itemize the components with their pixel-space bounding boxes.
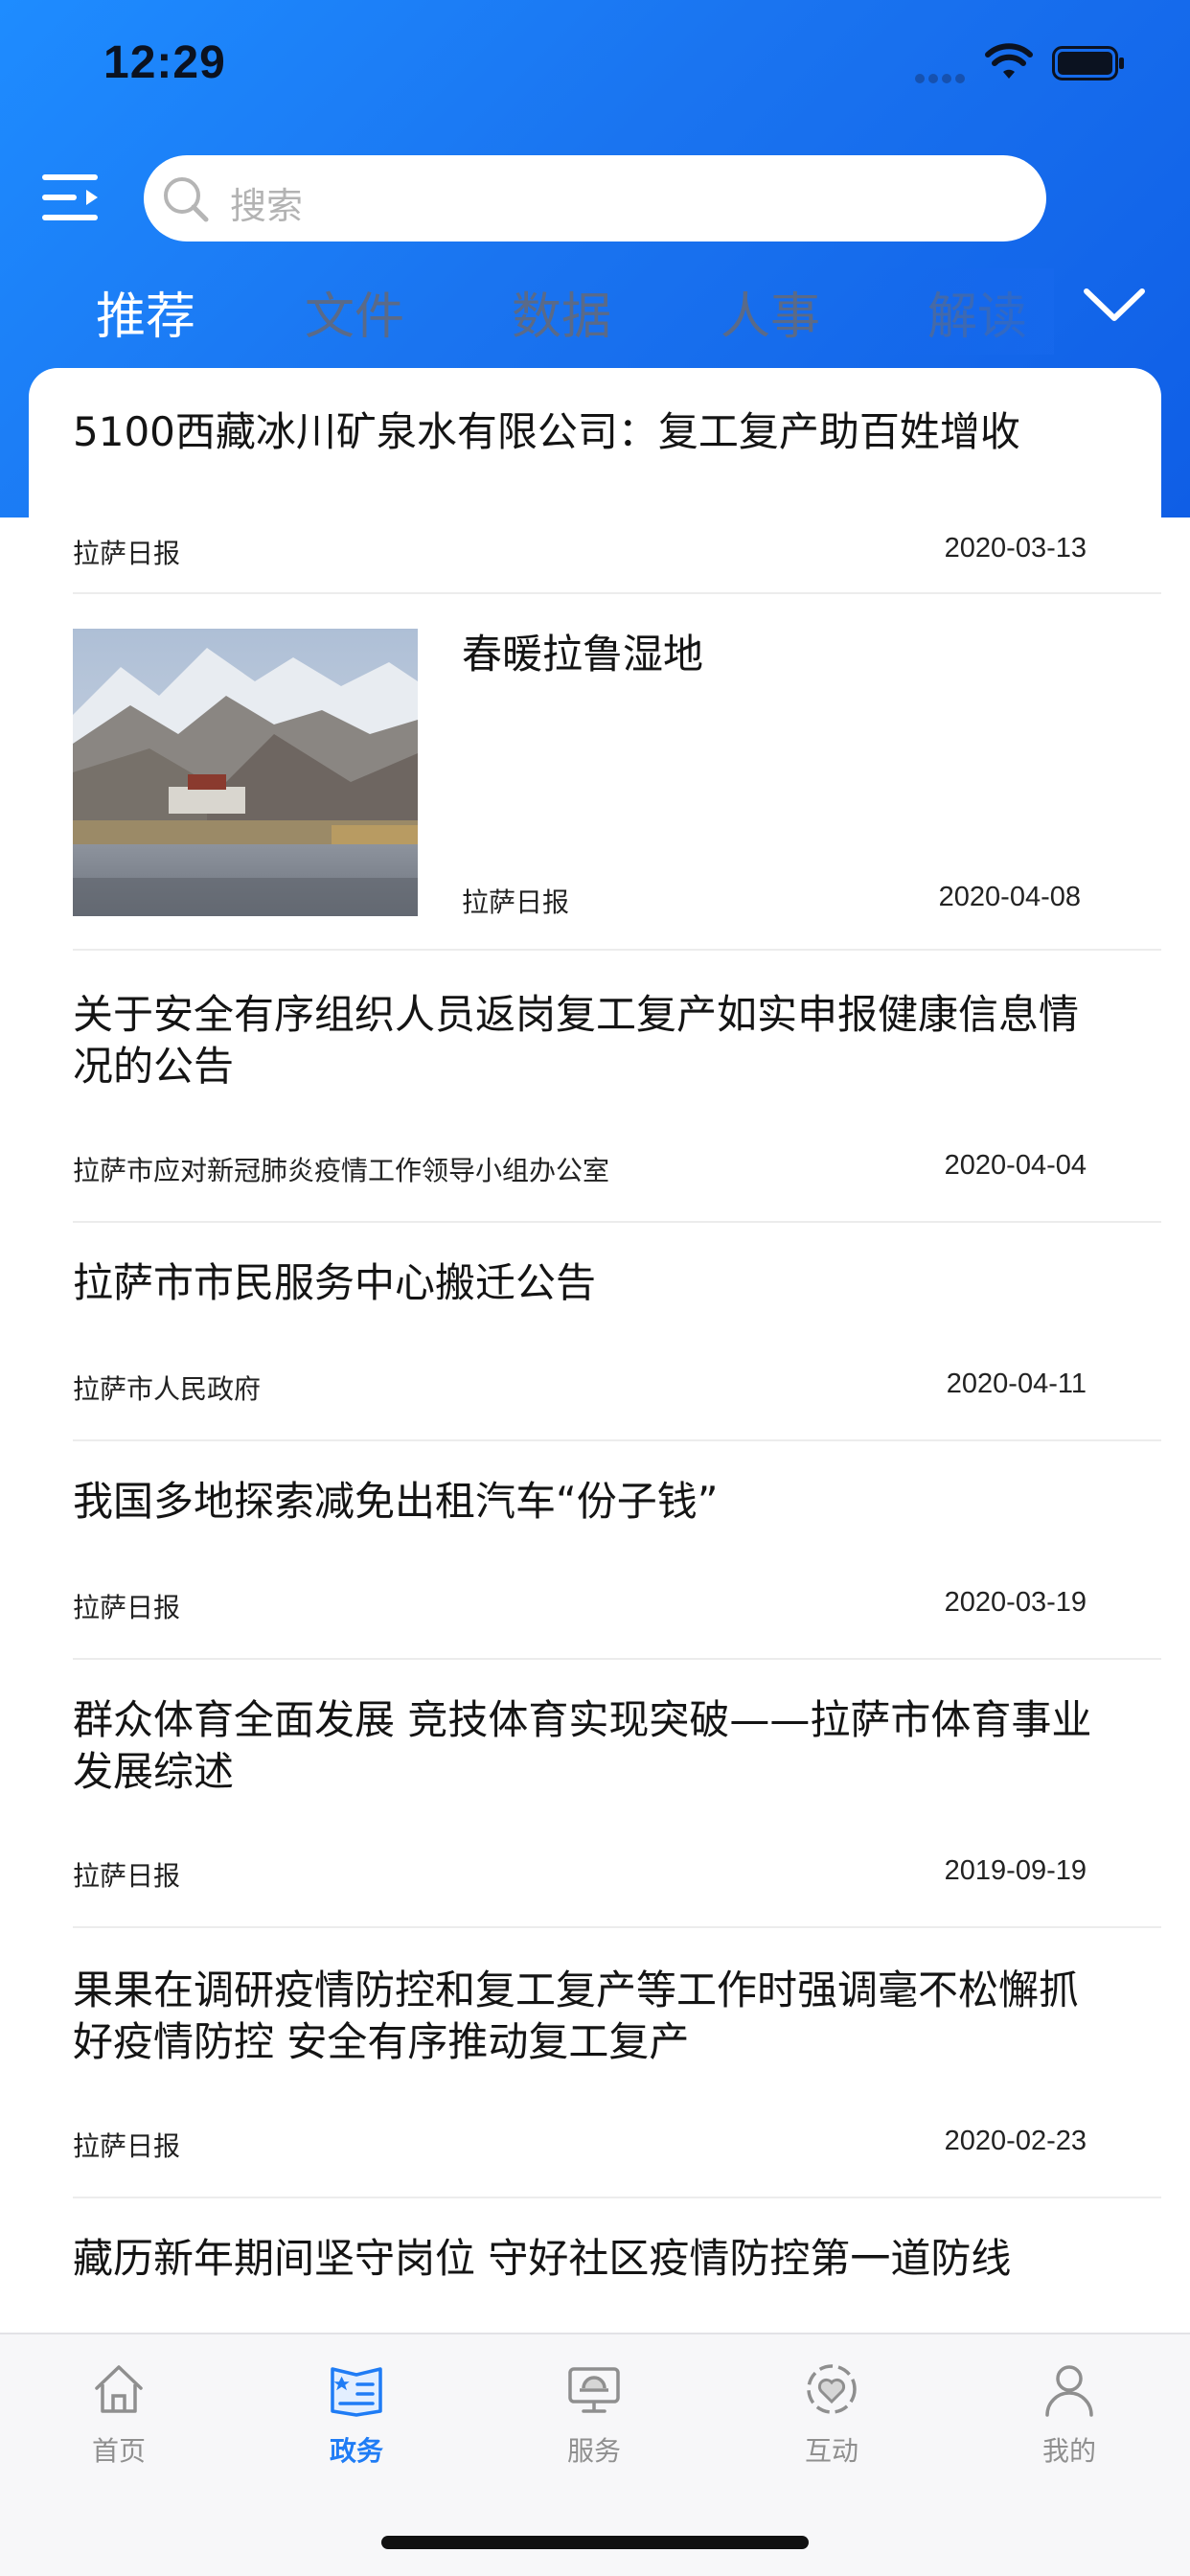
- menu-icon[interactable]: [42, 172, 102, 222]
- news-item[interactable]: 拉萨市市民服务中心搬迁公告 拉萨市人民政府 2020-04-11: [73, 1257, 1161, 1441]
- news-item[interactable]: 果果在调研疫情防控和复工复产等工作时强调毫不松懈抓好疫情防控 安全有序推动复工复…: [73, 1965, 1161, 2198]
- news-title: 群众体育全面发展 竞技体育实现突破——拉萨市体育事业发展综述: [73, 1696, 1092, 1795]
- news-source: 拉萨市应对新冠肺炎疫情工作领导小组办公室: [73, 1155, 610, 1186]
- news-item[interactable]: 关于安全有序组织人员返岗复工复产如实申报健康信息情况的公告 拉萨市应对新冠肺炎疫…: [73, 989, 1161, 1223]
- tabbar-label: 政务: [329, 2435, 383, 2467]
- news-date: 2020-02-23: [944, 2126, 1087, 2156]
- news-source: 拉萨市人民政府: [73, 1373, 262, 1405]
- cellular-signal-icon: [915, 69, 969, 83]
- tabbar-label: 首页: [91, 2435, 146, 2467]
- chevron-down-icon[interactable]: [1083, 284, 1146, 326]
- tabbar-label: 互动: [804, 2435, 858, 2467]
- service-icon: [568, 2367, 620, 2413]
- home-icon: [95, 2365, 143, 2413]
- news-source: 拉萨日报: [73, 1860, 181, 1892]
- news-date: 2020-04-08: [938, 882, 1081, 912]
- tabbar-item-gov-affairs[interactable]: 政务: [280, 2359, 433, 2494]
- news-date: 2020-04-11: [946, 1368, 1087, 1399]
- news-date: 2020-03-19: [944, 1587, 1087, 1618]
- search-placeholder: 搜索: [230, 185, 304, 227]
- news-source: 拉萨日报: [73, 2130, 181, 2162]
- news-item[interactable]: 5100西藏冰川矿泉水有限公司：复工复产助百姓增收 拉萨日报 2020-03-1…: [73, 406, 1161, 594]
- gov-affairs-icon: [331, 2367, 382, 2417]
- news-date: 2020-04-04: [944, 1150, 1087, 1181]
- news-source: 拉萨日报: [462, 886, 570, 918]
- news-item[interactable]: 春暖拉鲁湿地 拉萨日报 2020-04-08: [73, 629, 1161, 951]
- news-item[interactable]: 藏历新年期间坚守岗位 守好社区疫情防控第一道防线: [73, 2233, 1161, 2333]
- wifi-icon: [985, 43, 1033, 79]
- tab-personnel[interactable]: 人事: [721, 276, 820, 348]
- news-title: 我国多地探索减免出租汽车“份子钱”: [73, 1478, 719, 1525]
- news-source: 拉萨日报: [73, 538, 181, 569]
- status-time: 12:29: [103, 37, 226, 88]
- news-thumbnail-image: [73, 629, 418, 916]
- interaction-icon: [807, 2364, 857, 2414]
- tabbar-item-profile[interactable]: 我的: [993, 2359, 1146, 2494]
- news-title: 5100西藏冰川矿泉水有限公司：复工复产助百姓增收: [73, 408, 1020, 455]
- news-date: 2020-03-13: [944, 533, 1087, 564]
- tabbar-label: 服务: [566, 2435, 621, 2467]
- news-list: 5100西藏冰川矿泉水有限公司：复工复产助百姓增收 拉萨日报 2020-03-1…: [29, 368, 1161, 2333]
- status-bar: 12:29: [0, 0, 1190, 126]
- profile-icon: [1045, 2365, 1093, 2417]
- news-title: 果果在调研疫情防控和复工复产等工作时强调毫不松懈抓好疫情防控 安全有序推动复工复…: [73, 1966, 1080, 2065]
- search-icon: [164, 177, 209, 222]
- tabbar-label: 我的: [1041, 2435, 1096, 2467]
- tabbar-item-home[interactable]: 首页: [42, 2359, 195, 2494]
- tab-documents[interactable]: 文件: [305, 276, 404, 348]
- tabbar-item-service[interactable]: 服务: [517, 2359, 671, 2494]
- news-date: 2019-09-19: [944, 1855, 1087, 1886]
- news-title: 拉萨市市民服务中心搬迁公告: [73, 1259, 597, 1306]
- news-source: 拉萨日报: [73, 1592, 181, 1623]
- news-title: 关于安全有序组织人员返岗复工复产如实申报健康信息情况的公告: [73, 991, 1080, 1090]
- tabs-fade-overlay: [862, 268, 1054, 355]
- search-input[interactable]: 搜索: [144, 155, 1046, 242]
- tab-data[interactable]: 数据: [512, 276, 611, 348]
- news-item[interactable]: 我国多地探索减免出租汽车“份子钱” 拉萨日报 2020-03-19: [73, 1476, 1161, 1660]
- battery-icon: [1052, 46, 1124, 80]
- news-title: 藏历新年期间坚守岗位 守好社区疫情防控第一道防线: [73, 2235, 1012, 2282]
- news-title: 春暖拉鲁湿地: [462, 631, 704, 678]
- tabbar-item-interaction[interactable]: 互动: [755, 2359, 908, 2494]
- news-item[interactable]: 群众体育全面发展 竞技体育实现突破——拉萨市体育事业发展综述 拉萨日报 2019…: [73, 1694, 1161, 1928]
- category-tabs: 推荐 文件 数据 人事 解读: [0, 268, 1190, 355]
- tab-recommend[interactable]: 推荐: [96, 276, 195, 348]
- home-indicator: [381, 2536, 809, 2549]
